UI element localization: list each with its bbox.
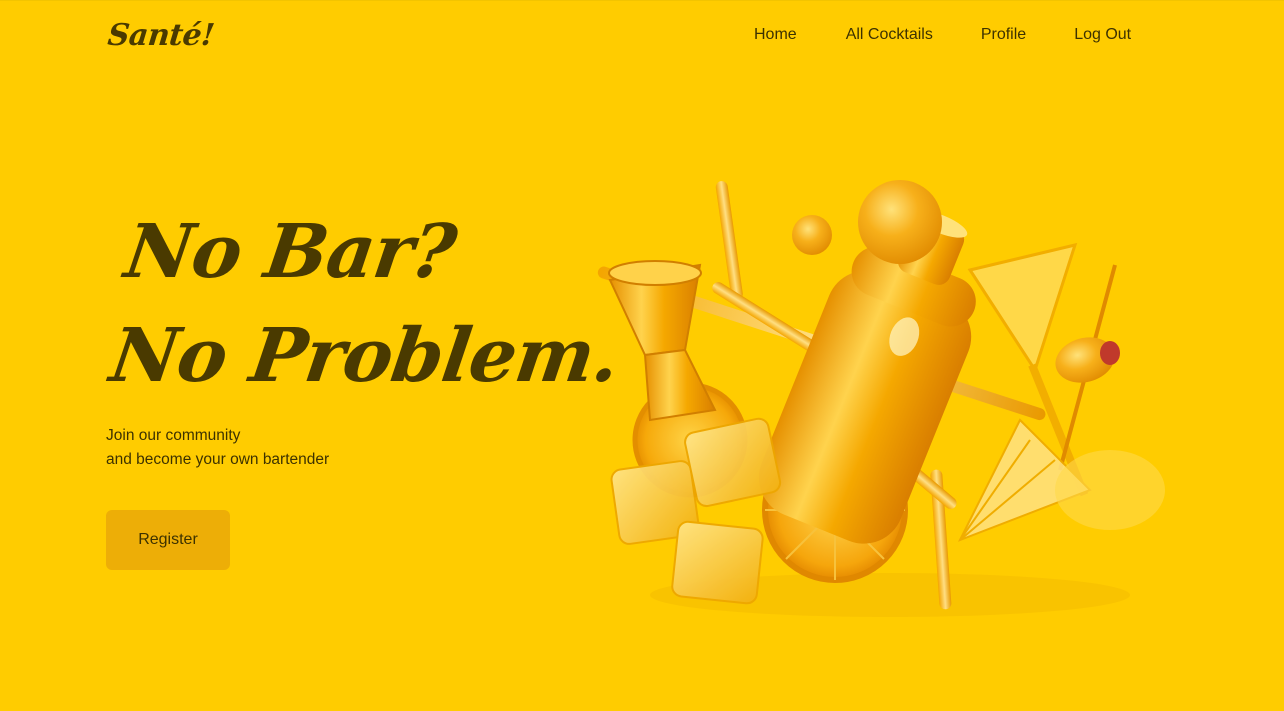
hero-headline: No Bar? No Problem.: [104, 200, 640, 408]
top-border: [0, 0, 1284, 1]
landing-page: Santé! Home All Cocktails Profile Log Ou…: [0, 0, 1284, 711]
brand-logo[interactable]: Santé!: [106, 18, 216, 53]
subtext-line-1: Join our community: [106, 427, 241, 444]
main-nav: Home All Cocktails Profile Log Out: [754, 26, 1131, 44]
headline-line-2: No Problem.: [105, 313, 625, 399]
nav-home[interactable]: Home: [754, 26, 797, 44]
nav-all-cocktails[interactable]: All Cocktails: [846, 26, 933, 44]
register-button[interactable]: Register: [106, 510, 230, 570]
small-sphere: [792, 215, 832, 255]
sphere-decor: [858, 180, 942, 264]
jigger: [608, 260, 717, 422]
nav-profile[interactable]: Profile: [981, 26, 1026, 44]
headline-line-1: No Bar?: [119, 209, 461, 295]
nav-log-out[interactable]: Log Out: [1074, 26, 1131, 44]
cocktail-tools-illustration-icon: [597, 180, 1165, 617]
subtext-line-2: and become your own bartender: [106, 451, 330, 468]
hero-subtext: Join our community and become your own b…: [106, 424, 329, 472]
